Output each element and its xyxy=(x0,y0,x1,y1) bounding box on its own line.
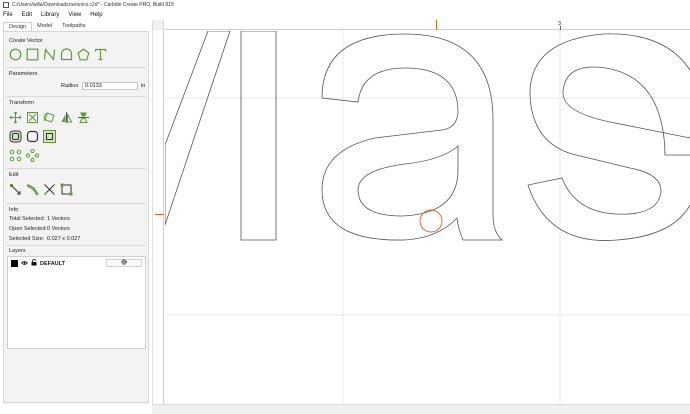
circular-array-icon[interactable] xyxy=(26,149,39,162)
menu-file[interactable]: File xyxy=(3,12,13,18)
info-label: Total Selected: xyxy=(9,216,46,222)
node-edit-icon[interactable] xyxy=(9,183,22,196)
info-selected-size: Selected Size: 0.027 x 0.027 xyxy=(9,236,80,242)
array-icon[interactable] xyxy=(9,149,22,162)
design-panel: Create Vector Parameters Radius 0.0133 i… xyxy=(3,31,149,403)
horizontal-scrollbar[interactable] xyxy=(152,404,690,414)
mirror-icon[interactable] xyxy=(60,111,73,124)
smooth-icon[interactable] xyxy=(26,183,39,196)
bounding-box-icon[interactable] xyxy=(60,183,73,196)
create-vector-title: Create Vector xyxy=(9,38,43,44)
info-title: Info xyxy=(9,207,19,213)
transform-tools-row2 xyxy=(9,130,56,143)
arch-icon[interactable] xyxy=(60,48,73,61)
text-icon[interactable] xyxy=(94,48,107,61)
edit-tools xyxy=(9,183,73,196)
info-value: 1 Vectors xyxy=(47,216,70,222)
layer-item[interactable]: DEFAULT xyxy=(11,259,65,268)
menu-bar: File Edit Library View Help xyxy=(0,10,690,20)
info-value: 0 Vectors xyxy=(47,226,70,232)
edit-title: Edit xyxy=(9,172,19,178)
polygon-icon[interactable] xyxy=(77,48,90,61)
flip-icon[interactable] xyxy=(77,111,90,124)
top-ruler: 3 xyxy=(164,20,690,30)
transform-title: Transform xyxy=(9,100,34,106)
boolean-icon[interactable] xyxy=(43,130,56,143)
fillet-icon[interactable] xyxy=(26,130,39,143)
selected-circle-vector xyxy=(419,209,443,233)
rotate-icon[interactable] xyxy=(43,111,56,124)
menu-view[interactable]: View xyxy=(68,12,81,18)
info-total-selected: Total Selected: 1 Vectors xyxy=(9,216,70,222)
layers-title: Layers xyxy=(9,248,26,254)
rectangle-icon[interactable] xyxy=(26,48,39,61)
left-ruler xyxy=(153,30,164,404)
menu-help[interactable]: Help xyxy=(90,12,102,18)
layer-color-swatch[interactable] xyxy=(11,260,18,267)
circle-icon[interactable] xyxy=(9,48,22,61)
ruler-cursor-marker xyxy=(436,20,437,30)
layer-settings-button[interactable] xyxy=(106,259,142,267)
trim-icon[interactable] xyxy=(43,183,56,196)
ruler-tick xyxy=(560,26,561,30)
radius-unit: in xyxy=(141,83,146,89)
info-label: Selected Size: xyxy=(9,236,45,242)
menu-library[interactable]: Library xyxy=(41,12,59,18)
info-open-selected: Open Selected: 0 Vectors xyxy=(9,226,70,232)
offset-icon[interactable] xyxy=(9,130,22,143)
title-bar: C:/Users/willa/Downloads/avionics.c2d* -… xyxy=(0,0,690,10)
eye-icon[interactable] xyxy=(20,260,29,268)
info-value: 0.027 x 0.027 xyxy=(47,236,81,242)
menu-edit[interactable]: Edit xyxy=(22,12,32,18)
radius-input[interactable]: 0.0133 xyxy=(82,82,138,90)
app-icon xyxy=(3,2,9,8)
scale-icon[interactable] xyxy=(26,111,39,124)
create-vector-tools xyxy=(9,48,107,61)
canvas-grid xyxy=(165,31,690,404)
vector-text-outline xyxy=(165,31,690,241)
lock-icon[interactable] xyxy=(31,259,37,268)
move-icon[interactable] xyxy=(9,111,22,124)
gear-icon xyxy=(121,259,127,267)
design-canvas[interactable] xyxy=(165,31,690,404)
ruler-cursor-marker xyxy=(155,214,164,215)
parameters-title: Parameters xyxy=(9,71,38,77)
radius-label: Radius xyxy=(61,83,79,89)
polyline-icon[interactable] xyxy=(43,48,56,61)
info-label: Open Selected: xyxy=(9,226,47,232)
layer-name: DEFAULT xyxy=(40,260,65,267)
window-title: C:/Users/willa/Downloads/avionics.c2d* -… xyxy=(12,2,174,8)
transform-tools-row3 xyxy=(9,149,39,162)
layers-list: DEFAULT xyxy=(7,256,146,349)
transform-tools-row1 xyxy=(9,111,90,124)
